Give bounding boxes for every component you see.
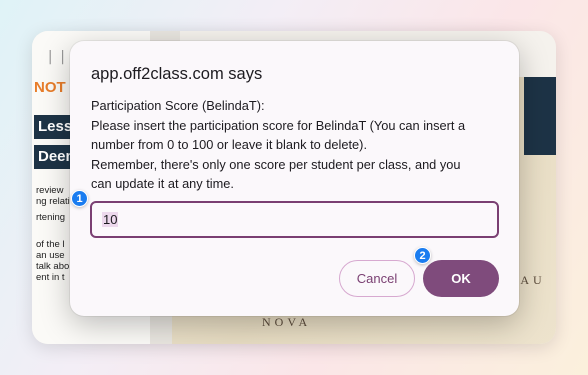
background-text-1: review ng relati [36,185,70,207]
background-text-3: of the l an use talk abo ent in t [36,239,70,283]
dialog-message-line: Remember, there's only one score per stu… [91,156,461,172]
dialog-message-line: Participation Score (BelindaT): [91,98,265,113]
dialog-title: app.off2class.com says [91,65,263,83]
dialog-message: Participation Score (BelindaT): Please i… [91,96,506,194]
marker-1-badge: 1 [71,190,88,207]
background-note-heading: NOT [34,79,66,96]
dialog-message-line: can update it at any time. [91,176,234,191]
dialog-message-line: number from 0 to 100 or leave it blank t… [91,137,367,152]
map-label-nova: NOVA [262,315,312,329]
score-input[interactable]: 10 [90,201,499,238]
dialog-message-line: Please insert the participation score fo… [91,117,466,133]
ok-button[interactable]: OK [423,260,499,297]
marker-2-badge: 2 [414,247,431,264]
cancel-button[interactable]: Cancel [339,260,415,297]
score-input-value: 10 [102,212,119,227]
prompt-dialog: app.off2class.com says Participation Sco… [70,41,519,316]
background-dark-panel [524,77,556,155]
background-text-2: rtening [36,212,66,223]
